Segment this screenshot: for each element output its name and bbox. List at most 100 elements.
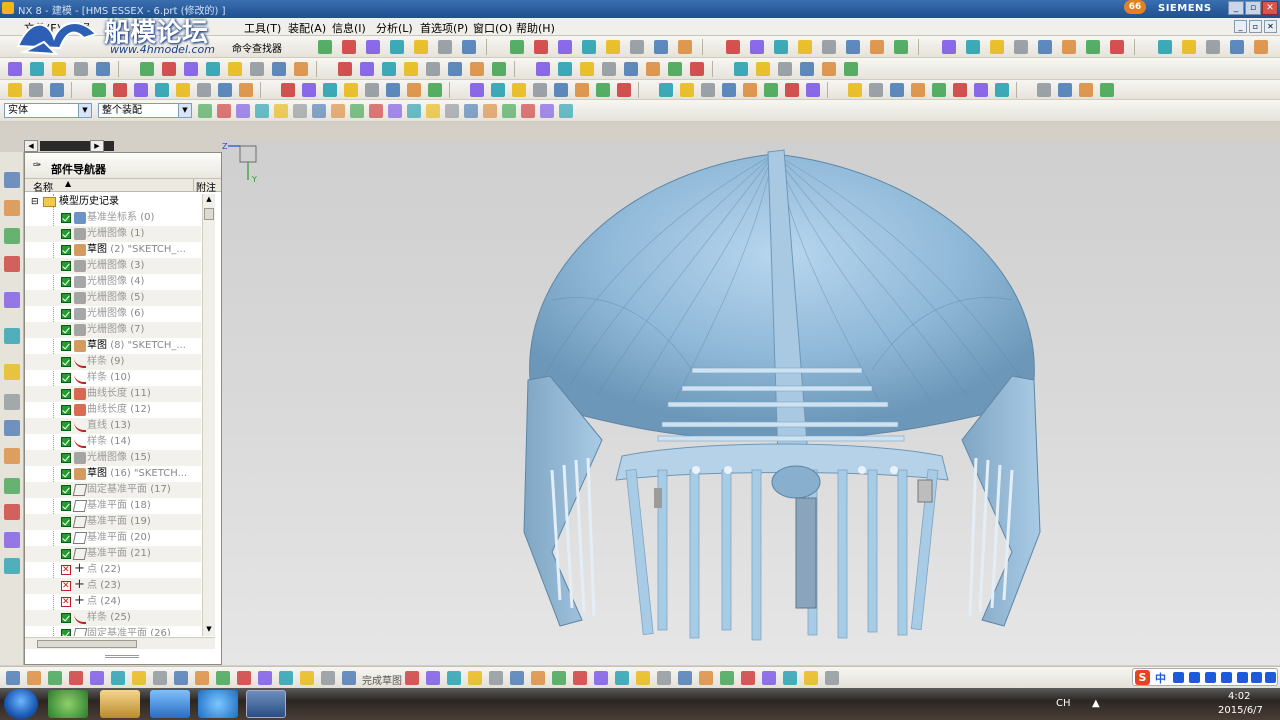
toolbar-tool-icon[interactable] (726, 40, 740, 54)
visibility-checkbox[interactable] (61, 373, 71, 383)
toolbar-tool-icon[interactable] (624, 62, 638, 76)
toolbar-tool-icon[interactable] (596, 83, 610, 97)
sketch-tool-icon[interactable] (783, 671, 797, 685)
sketch-tool-icon[interactable] (237, 671, 251, 685)
sketch-tool-icon[interactable] (489, 671, 503, 685)
selection-tool-icon[interactable] (312, 104, 326, 118)
selection-tool-icon[interactable] (521, 104, 535, 118)
selection-tool-icon[interactable] (540, 104, 554, 118)
sketch-tool-icon[interactable] (699, 671, 713, 685)
navigator-vertical-scrollbar[interactable]: ▲ ▼ (202, 194, 215, 636)
toolbar-tool-icon[interactable] (92, 83, 106, 97)
toolbar-tool-icon[interactable] (734, 62, 748, 76)
punctuation-icon[interactable] (1189, 672, 1200, 683)
sketch-tool-icon[interactable] (531, 671, 545, 685)
resource-bar-tab-icon[interactable] (4, 504, 20, 520)
sketch-tool-icon[interactable] (552, 671, 566, 685)
tree-item[interactable]: 光栅图像 (1) (25, 226, 201, 242)
toolbar-tool-icon[interactable] (8, 62, 22, 76)
visibility-checkbox[interactable] (61, 261, 71, 271)
toolbar-tool-icon[interactable] (822, 62, 836, 76)
toolbar-tool-icon[interactable] (360, 62, 374, 76)
sketch-tool-icon[interactable] (615, 671, 629, 685)
selection-tool-icon[interactable] (483, 104, 497, 118)
chevron-up-icon[interactable]: ▲ (1092, 698, 1100, 709)
ie-icon[interactable] (198, 690, 238, 718)
axis-triad[interactable]: Z Y (222, 140, 262, 184)
toolbar-tool-icon[interactable] (197, 83, 211, 97)
plane-app-icon[interactable] (150, 690, 190, 718)
toolbar-tool-icon[interactable] (1086, 40, 1100, 54)
visibility-checkbox[interactable] (61, 533, 71, 543)
sketch-tool-icon[interactable] (69, 671, 83, 685)
toolbar-tool-icon[interactable] (29, 83, 43, 97)
toolbar-tool-icon[interactable] (470, 62, 484, 76)
toolbar-tool-icon[interactable] (218, 83, 232, 97)
selection-tool-icon[interactable] (407, 104, 421, 118)
visibility-checkbox[interactable] (61, 293, 71, 303)
sketch-tool-icon[interactable] (258, 671, 272, 685)
settings-icon[interactable] (1265, 672, 1276, 683)
toolbar-tool-icon[interactable] (1058, 83, 1072, 97)
suppressed-checkbox[interactable] (61, 562, 71, 578)
toolbar-tool-icon[interactable] (966, 40, 980, 54)
toolbar-tool-icon[interactable] (806, 83, 820, 97)
toolbar-tool-icon[interactable] (404, 62, 418, 76)
ime-mode[interactable]: 中 (1155, 670, 1166, 686)
visibility-checkbox[interactable] (61, 629, 71, 636)
sketch-tool-icon[interactable] (216, 671, 230, 685)
tree-item[interactable]: 基准平面 (20) (25, 530, 201, 546)
resource-bar-tab-icon[interactable] (4, 200, 20, 216)
tree-item[interactable]: 直线 (13) (25, 418, 201, 434)
sketch-tool-icon[interactable] (804, 671, 818, 685)
skin-icon[interactable] (1237, 672, 1248, 683)
tree-item[interactable]: 样条 (14) (25, 434, 201, 450)
sketch-tool-icon[interactable] (111, 671, 125, 685)
menu-information[interactable]: 信息(I) (332, 20, 366, 36)
tree-item[interactable]: +点 (22) (25, 562, 201, 578)
toolbar-tool-icon[interactable] (96, 62, 110, 76)
keyboard-icon[interactable] (1221, 672, 1232, 683)
toolbar-tool-icon[interactable] (155, 83, 169, 97)
toolbar-tool-icon[interactable] (534, 40, 548, 54)
resource-bar-tab-icon[interactable] (4, 420, 20, 436)
toolbar-tool-icon[interactable] (743, 83, 757, 97)
toolbar-tool-icon[interactable] (798, 40, 812, 54)
visibility-checkbox[interactable] (61, 421, 71, 431)
toolbar-tool-icon[interactable] (272, 62, 286, 76)
menu-help[interactable]: 帮助(H) (516, 20, 555, 36)
toolbar-tool-icon[interactable] (800, 62, 814, 76)
chevron-down-icon[interactable]: ▼ (178, 104, 191, 117)
visibility-checkbox[interactable] (61, 245, 71, 255)
toolbar-tool-icon[interactable] (582, 40, 596, 54)
toolbar-tool-icon[interactable] (342, 40, 356, 54)
toolbar-tool-icon[interactable] (668, 62, 682, 76)
doc-close-button[interactable]: ✕ (1264, 20, 1277, 33)
toolbar-tool-icon[interactable] (554, 83, 568, 97)
toolbar-tool-icon[interactable] (630, 40, 644, 54)
user-icon[interactable] (1251, 672, 1262, 683)
toolbar-tool-icon[interactable] (428, 83, 442, 97)
visibility-checkbox[interactable] (61, 501, 71, 511)
toolbar-tool-icon[interactable] (294, 62, 308, 76)
toolbar-tool-icon[interactable] (438, 40, 452, 54)
tree-item[interactable]: 草图 (2) "SKETCH_... (25, 242, 201, 258)
sketch-tool-icon[interactable] (573, 671, 587, 685)
toolbar-tool-icon[interactable] (1254, 40, 1268, 54)
tree-item[interactable]: 光栅图像 (5) (25, 290, 201, 306)
toolbar-tool-icon[interactable] (239, 83, 253, 97)
sketch-tool-icon[interactable] (6, 671, 20, 685)
toolbar-tool-icon[interactable] (8, 83, 22, 97)
toolbar-tool-icon[interactable] (250, 62, 264, 76)
toolbar-tool-icon[interactable] (52, 62, 66, 76)
menu-analysis[interactable]: 分析(L) (376, 20, 413, 36)
visibility-checkbox[interactable] (61, 341, 71, 351)
toolbar-tool-icon[interactable] (932, 83, 946, 97)
notification-badge[interactable]: 66 (1124, 0, 1146, 14)
toolbar-tool-icon[interactable] (512, 83, 526, 97)
toolbar-tool-icon[interactable] (869, 83, 883, 97)
sketch-tool-icon[interactable] (48, 671, 62, 685)
sketch-tool-icon[interactable] (468, 671, 482, 685)
toolbar-tool-icon[interactable] (74, 62, 88, 76)
selection-tool-icon[interactable] (350, 104, 364, 118)
